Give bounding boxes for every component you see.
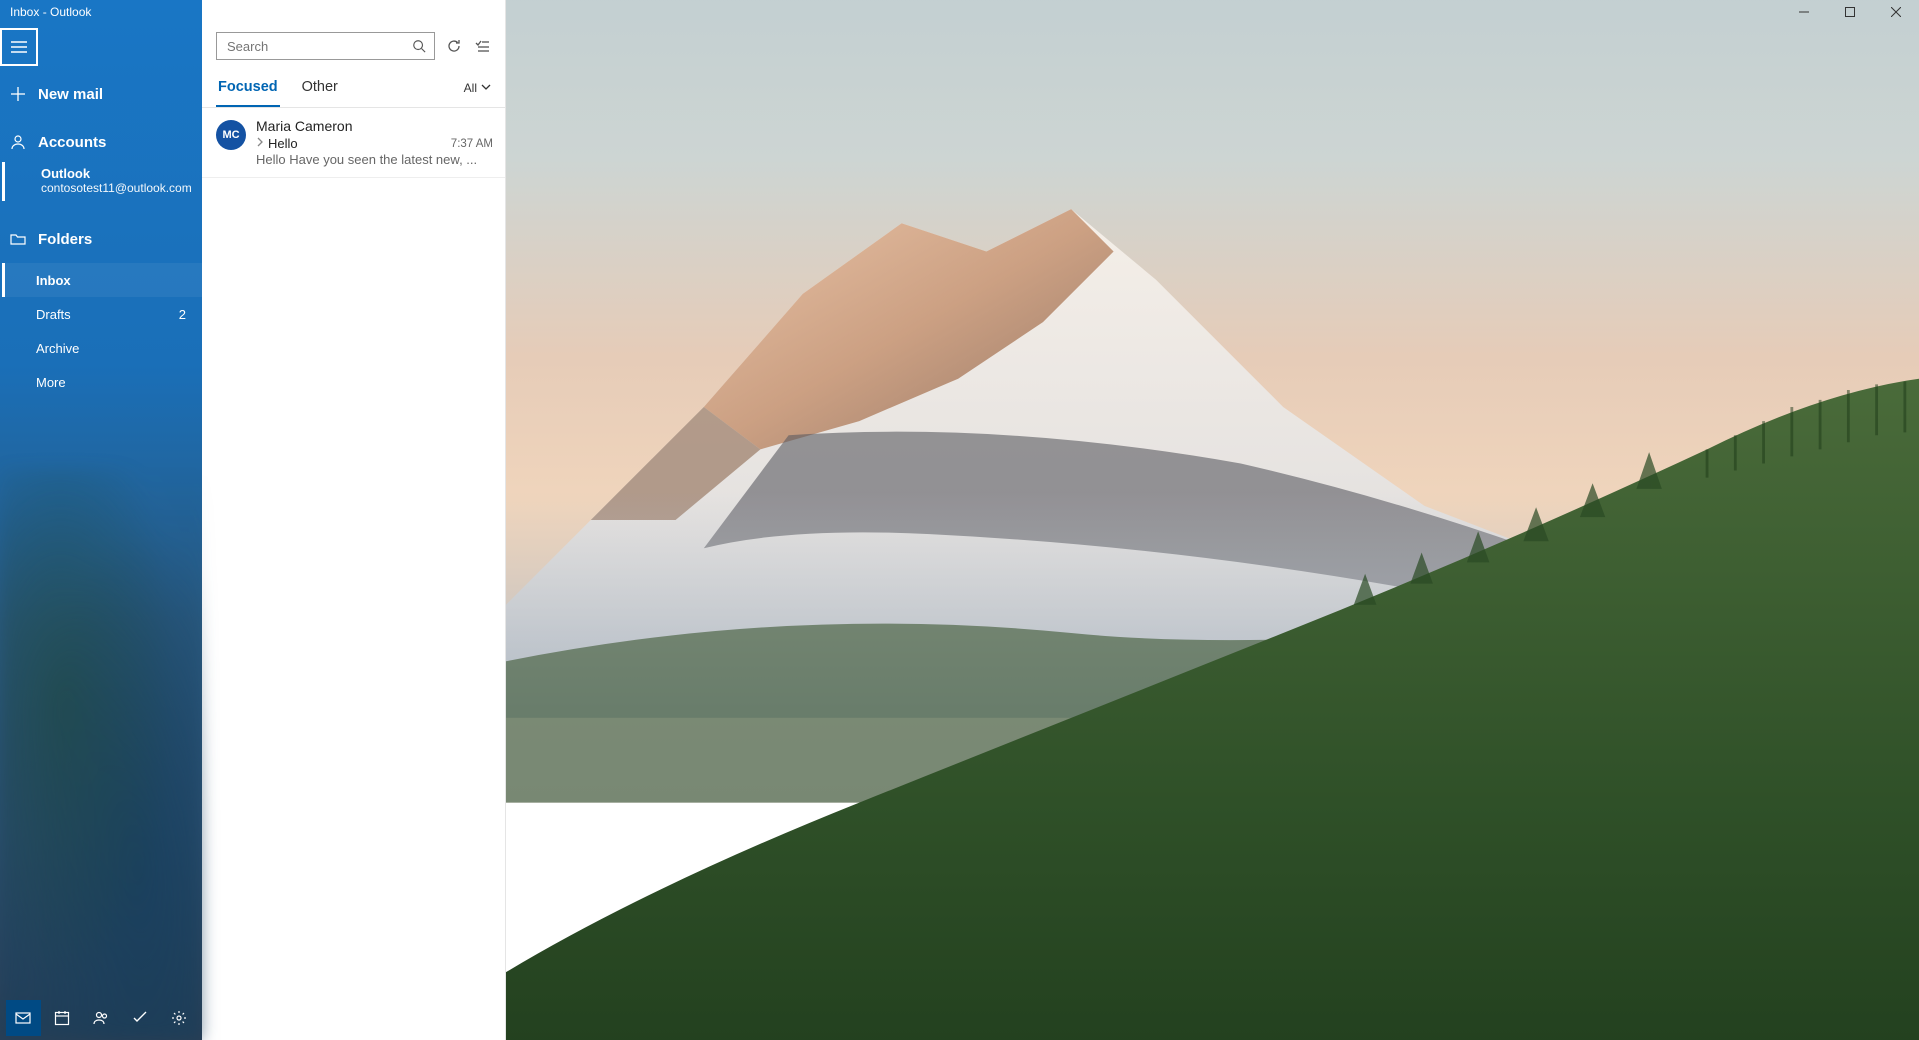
select-mode-button[interactable]	[473, 37, 491, 55]
accounts-label: Accounts	[38, 134, 106, 151]
people-app-button[interactable]	[84, 1000, 119, 1036]
folder-item-more[interactable]: More	[0, 365, 202, 399]
folder-item-drafts[interactable]: Drafts 2	[0, 297, 202, 331]
search-box[interactable]	[216, 32, 435, 60]
folder-icon	[10, 231, 26, 247]
todo-app-button[interactable]	[122, 1000, 157, 1036]
message-time: 7:37 AM	[451, 138, 493, 150]
filter-label: All	[464, 81, 477, 95]
message-preview: Hello Have you seen the latest new, ...	[256, 152, 493, 167]
new-mail-label: New mail	[38, 86, 103, 103]
calendar-app-button[interactable]	[45, 1000, 80, 1036]
window-close-button[interactable]	[1873, 0, 1919, 24]
new-mail-button[interactable]: New mail	[0, 72, 202, 116]
mail-app-button[interactable]	[6, 1000, 41, 1036]
chevron-down-icon	[481, 81, 491, 95]
person-icon	[10, 134, 26, 150]
settings-button[interactable]	[161, 1000, 196, 1036]
window-maximize-button[interactable]	[1827, 0, 1873, 24]
message-item[interactable]: MC Maria Cameron Hello 7:37 AM Hello Hav…	[202, 108, 505, 178]
search-input[interactable]	[227, 39, 410, 54]
account-name: Outlook	[41, 166, 202, 181]
folder-label: Archive	[36, 341, 79, 356]
window-minimize-button[interactable]	[1781, 0, 1827, 24]
account-email: contosotest11@outlook.com	[41, 181, 202, 195]
folder-label: Inbox	[36, 273, 71, 288]
chevron-right-icon	[256, 134, 264, 152]
message-list-panel: Focused Other All MC Maria Cameron	[202, 0, 506, 1040]
sidebar: New mail Accounts Outlook contosotest11@…	[0, 0, 202, 1040]
hamburger-menu-button[interactable]	[0, 28, 38, 66]
message-subject: Hello	[268, 136, 298, 151]
refresh-button[interactable]	[445, 37, 463, 55]
folder-item-inbox[interactable]: Inbox	[2, 263, 202, 297]
tab-focused[interactable]: Focused	[216, 68, 280, 107]
search-icon[interactable]	[410, 37, 428, 55]
window-title: Inbox - Outlook	[0, 5, 91, 19]
accounts-header[interactable]: Accounts	[0, 122, 202, 162]
reading-panel	[506, 0, 1919, 1040]
folder-label: More	[36, 375, 66, 390]
folders-label: Folders	[38, 231, 92, 248]
folder-label: Drafts	[36, 307, 71, 322]
folder-item-archive[interactable]: Archive	[0, 331, 202, 365]
message-sender: Maria Cameron	[256, 118, 352, 134]
account-item[interactable]: Outlook contosotest11@outlook.com	[2, 162, 202, 201]
tab-other[interactable]: Other	[300, 68, 340, 107]
plus-icon	[10, 86, 26, 102]
folders-header[interactable]: Folders	[0, 219, 202, 259]
avatar: MC	[216, 120, 246, 150]
background-image	[506, 0, 1919, 1040]
folder-count: 2	[179, 307, 186, 322]
filter-dropdown[interactable]: All	[464, 81, 491, 95]
